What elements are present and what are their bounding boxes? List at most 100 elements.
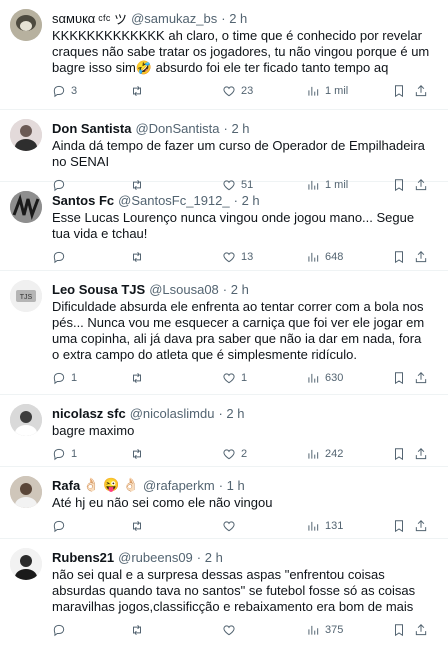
action-bar: 131 (52, 513, 438, 539)
display-name[interactable]: nicolasz sfc (52, 406, 126, 421)
reply-count: 1 (71, 372, 78, 384)
avatar[interactable] (10, 9, 42, 41)
retweet-icon (133, 372, 141, 384)
tweet[interactable]: Rafa 👌🏻 😜 👌🏻 @rafaperkm · 1 h Até hj eu … (0, 467, 448, 539)
reply-count: 3 (71, 85, 78, 97)
views-button[interactable]: 242 (306, 447, 392, 461)
tweet[interactable]: ѕαмυкα ᶜᶠᶜ ツ @samukaz_bs · 2 h KKKKKKKKK… (0, 0, 448, 110)
reply-icon (53, 520, 65, 533)
handle[interactable]: @samukaz_bs (131, 11, 217, 26)
tweet[interactable]: Rubens21 @rubeens09 · 2 h não sei qual e… (0, 539, 448, 652)
views-button[interactable]: 1 mil (306, 84, 392, 98)
avatar[interactable] (10, 119, 42, 151)
handle[interactable]: @DonSantista (135, 121, 219, 136)
bookmark-button[interactable] (392, 519, 414, 533)
reply-button[interactable] (52, 623, 130, 637)
avatar[interactable] (10, 548, 42, 580)
tweet[interactable]: Santos Fc @SantosFc_1912_ · 2 h Esse Luc… (0, 182, 448, 271)
retweet-button[interactable] (130, 519, 222, 533)
share-button[interactable] (414, 371, 434, 385)
avatar[interactable] (10, 404, 42, 436)
action-bar: 3 23 1 mil (52, 78, 438, 104)
display-name[interactable]: Rafa (52, 478, 80, 493)
like-icon (223, 373, 235, 384)
retweet-button[interactable] (130, 250, 222, 264)
tweet[interactable]: TJS Leo Sousa TJS @Lsousa08 · 2 h Dificu… (0, 271, 448, 395)
reply-button[interactable] (52, 250, 130, 264)
retweet-icon (133, 251, 141, 263)
retweet-button[interactable] (130, 623, 222, 637)
reply-count: 1 (71, 448, 78, 460)
display-name[interactable]: ѕαмυкα (52, 11, 95, 26)
bookmark-button[interactable] (392, 250, 414, 264)
views-button[interactable]: 131 (306, 519, 392, 533)
avatar[interactable] (10, 191, 42, 223)
like-button[interactable]: 23 (222, 84, 306, 98)
retweet-button[interactable] (130, 447, 222, 461)
timestamp[interactable]: · 2 h (234, 193, 260, 208)
like-button[interactable] (222, 519, 306, 533)
reply-button[interactable]: 1 (52, 447, 130, 461)
timestamp[interactable]: · 2 h (221, 11, 247, 26)
tweet-header: Santos Fc @SantosFc_1912_ · 2 h (52, 190, 438, 210)
views-button[interactable]: 375 (306, 623, 392, 637)
like-count: 13 (241, 251, 254, 263)
reply-button[interactable]: 3 (52, 84, 130, 98)
timestamp[interactable]: · 2 h (223, 282, 249, 297)
avatar[interactable] (10, 476, 42, 508)
like-icon (223, 521, 235, 532)
retweet-button[interactable] (130, 371, 222, 385)
bookmark-button[interactable] (392, 84, 414, 98)
timestamp[interactable]: · 2 h (197, 550, 223, 565)
reply-button[interactable]: 1 (52, 371, 130, 385)
handle[interactable]: @rafaperkm (143, 478, 215, 493)
views-count: 648 (325, 251, 344, 263)
like-button[interactable]: 1 (222, 371, 306, 385)
tweet-text: bagre maximo (52, 423, 135, 438)
tweet[interactable]: nicolasz sfc @nicolaslimdu · 2 h bagre m… (0, 395, 448, 467)
reply-icon (53, 448, 65, 461)
share-button[interactable] (414, 447, 434, 461)
share-button[interactable] (414, 250, 434, 264)
display-name-extra: ᶜᶠᶜ ツ (98, 11, 128, 27)
timestamp[interactable]: · 2 h (224, 121, 250, 136)
display-name[interactable]: Rubens21 (52, 550, 114, 565)
like-button[interactable] (222, 623, 306, 637)
share-icon (415, 251, 427, 263)
retweet-icon (133, 624, 141, 636)
tweet-header: ѕαмυкα ᶜᶠᶜ ツ @samukaz_bs · 2 h (52, 8, 438, 28)
bookmark-button[interactable] (392, 447, 414, 461)
bookmark-icon (395, 251, 403, 264)
views-button[interactable]: 630 (306, 371, 392, 385)
timestamp[interactable]: · 1 h (219, 478, 245, 493)
tweet-header: Rafa 👌🏻 😜 👌🏻 @rafaperkm · 1 h (52, 475, 438, 495)
handle[interactable]: @nicolaslimdu (130, 406, 215, 421)
timestamp[interactable]: · 2 h (218, 406, 244, 421)
like-icon (223, 449, 235, 460)
reply-button[interactable] (52, 519, 130, 533)
share-button[interactable] (414, 519, 434, 533)
tweet-header: Rubens21 @rubeens09 · 2 h (52, 547, 438, 567)
like-icon (223, 252, 235, 263)
share-button[interactable] (414, 623, 434, 637)
handle[interactable]: @Lsousa08 (149, 282, 219, 297)
share-button[interactable] (414, 84, 434, 98)
tweet-header: Don Santista @DonSantista · 2 h (52, 118, 438, 138)
display-name[interactable]: Don Santista (52, 121, 131, 136)
display-name[interactable]: Santos Fc (52, 193, 114, 208)
share-icon (415, 85, 427, 97)
retweet-button[interactable] (130, 84, 222, 98)
handle[interactable]: @SantosFc_1912_ (118, 193, 230, 208)
tweet[interactable]: Don Santista @DonSantista · 2 h Ainda dá… (0, 110, 448, 192)
like-button[interactable]: 2 (222, 447, 306, 461)
display-name[interactable]: Leo Sousa TJS (52, 282, 145, 297)
handle[interactable]: @rubeens09 (118, 550, 193, 565)
share-icon (415, 520, 427, 532)
bookmark-button[interactable] (392, 623, 414, 637)
bookmark-button[interactable] (392, 371, 414, 385)
share-icon (415, 448, 427, 460)
avatar[interactable]: TJS (10, 280, 42, 312)
like-button[interactable]: 13 (222, 250, 306, 264)
views-button[interactable]: 648 (306, 250, 392, 264)
like-count: 1 (241, 372, 248, 384)
